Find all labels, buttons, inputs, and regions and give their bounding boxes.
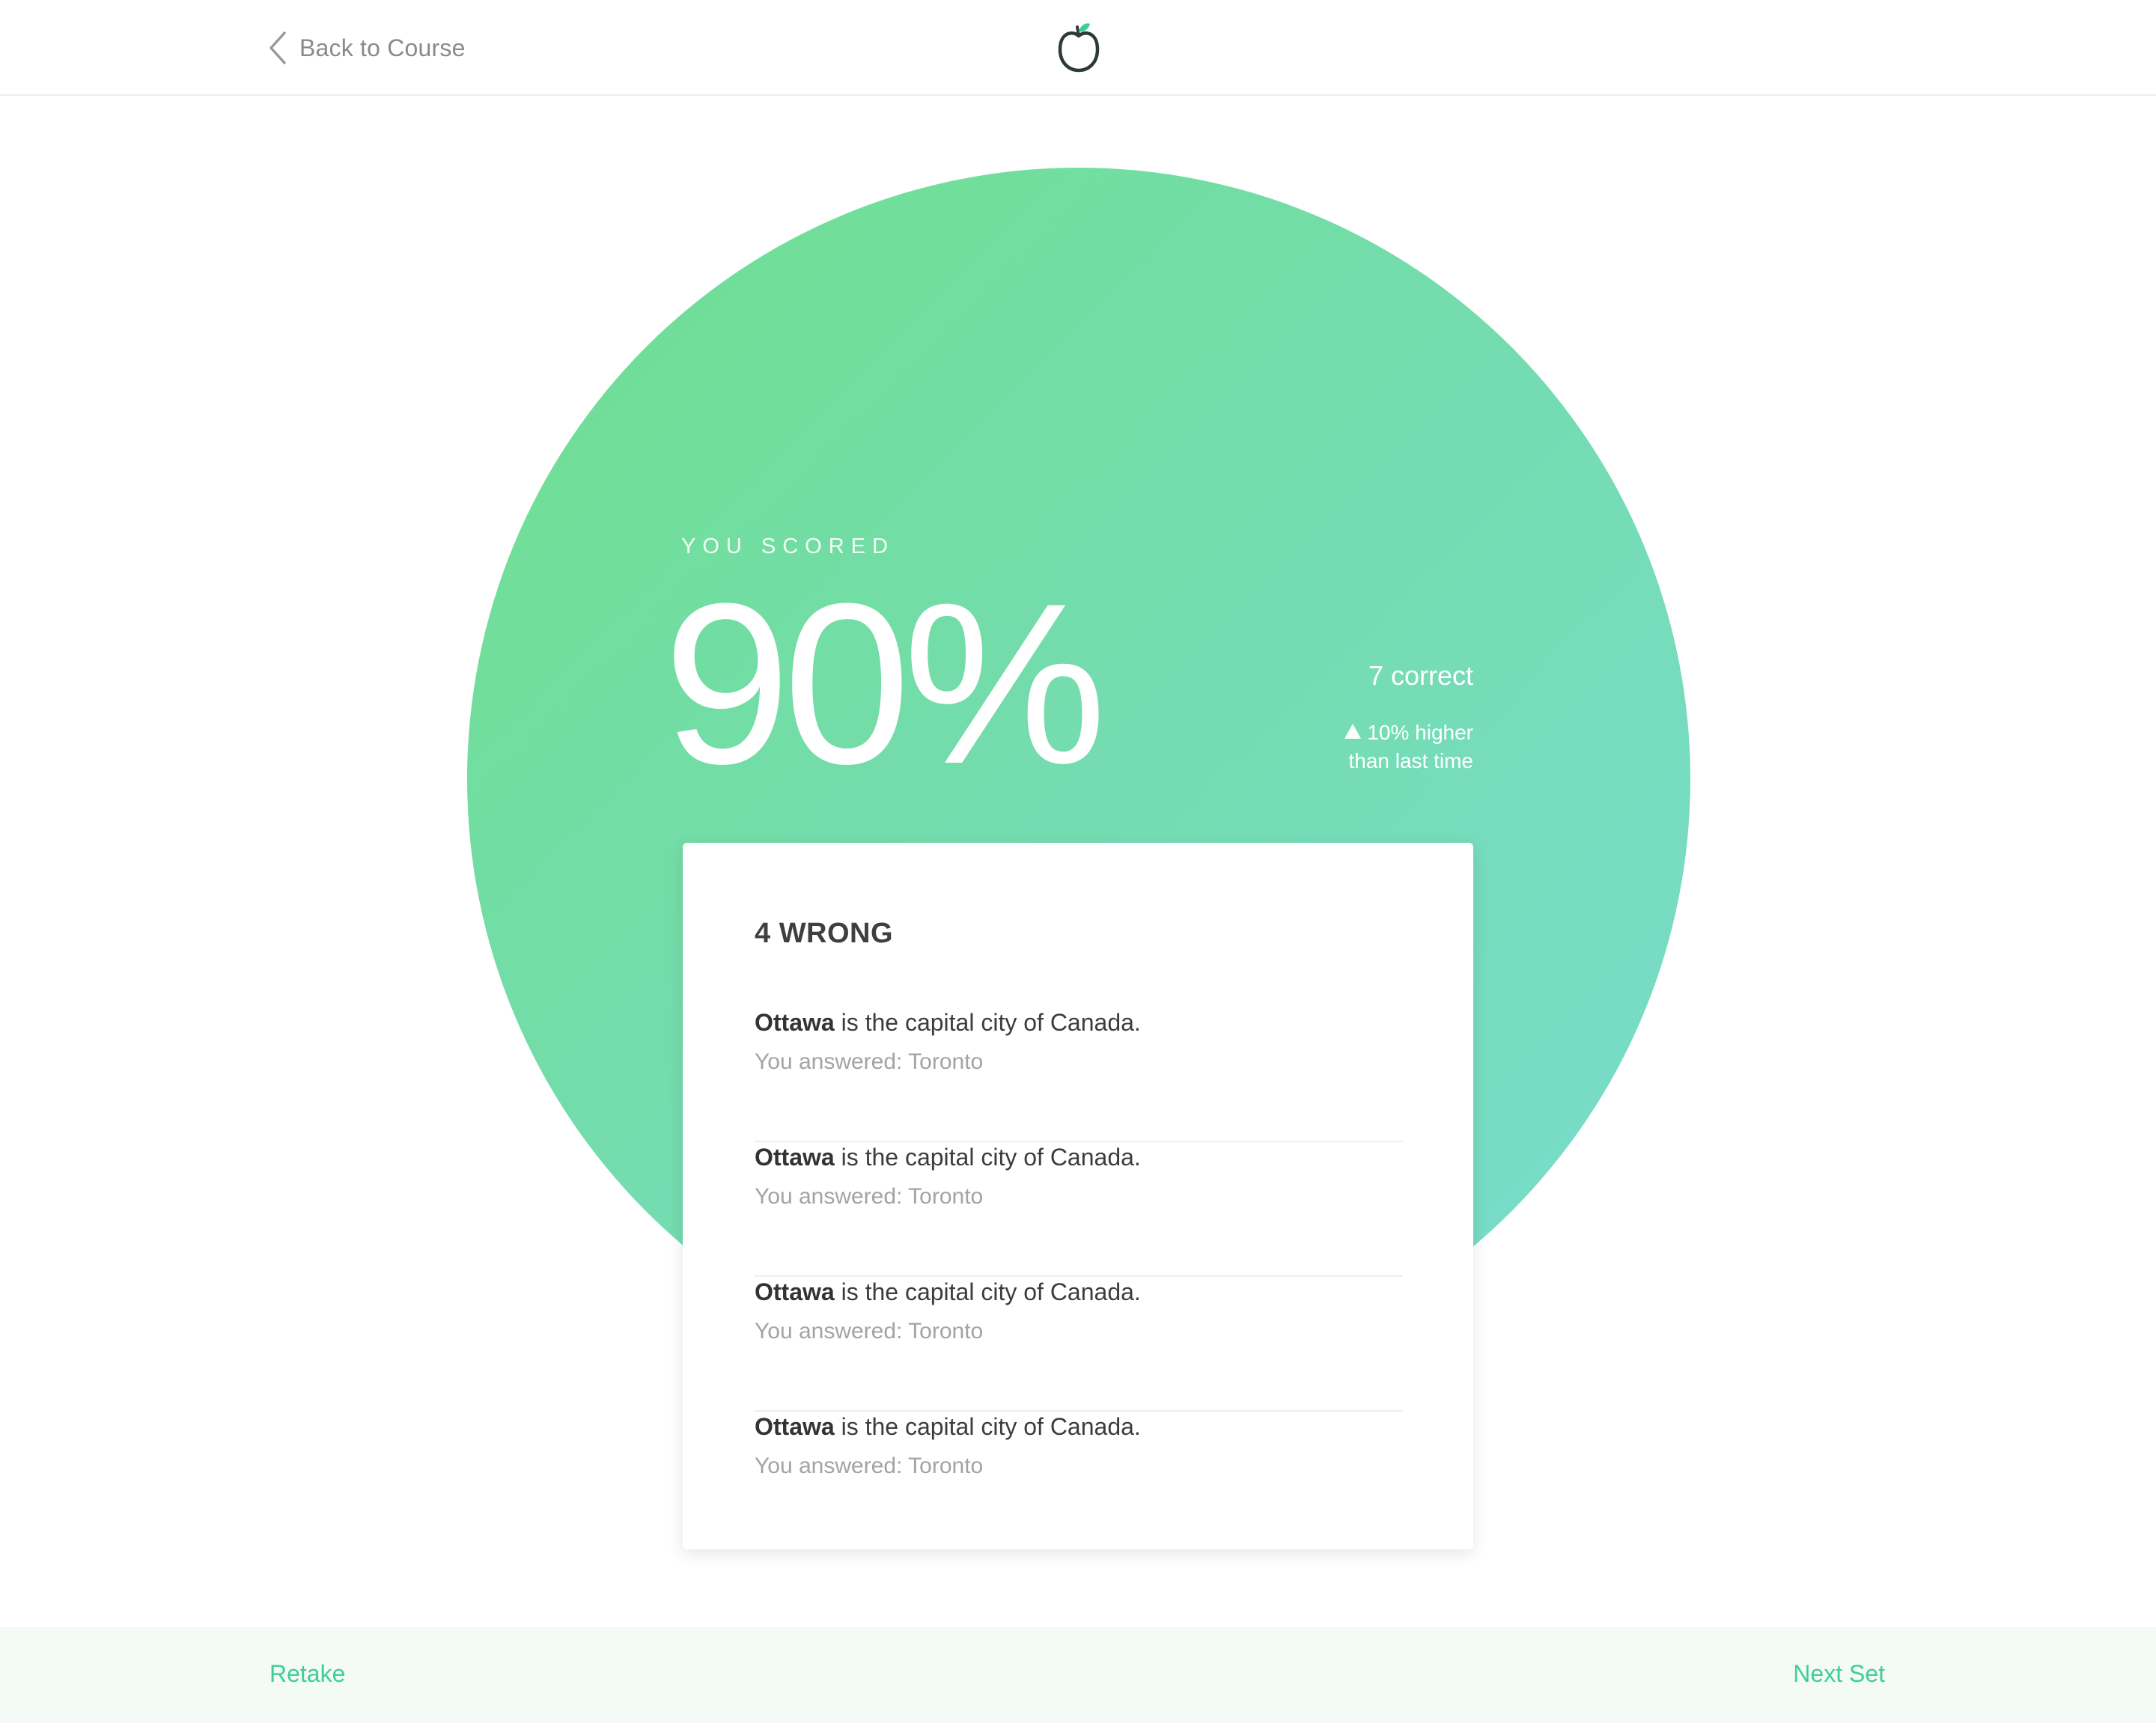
user-answer: You answered: Toronto [755,1454,984,1478]
wrong-answer-item[interactable]: Ottawa is the capital city of Canada. Yo… [755,1413,1403,1546]
apple-icon[interactable] [1056,21,1102,75]
score-percentage: 90% [663,555,1106,811]
question-text: Ottawa is the capital city of Canada. [755,1278,1141,1306]
correct-answer: Ottawa [755,1413,835,1440]
results-card: 4 WRONG Ottawa is the capital city of Ca… [683,843,1473,1549]
question-text: Ottawa is the capital city of Canada. [755,1413,1141,1441]
question-rest: is the capital city of Canada. [834,1009,1141,1036]
correct-count: 7 correct [1368,660,1473,691]
retake-button[interactable]: Retake [270,1660,345,1688]
bottom-action-bar: Retake Next Set [0,1627,2156,1723]
chevron-left-icon [268,31,287,65]
wrong-answer-item[interactable]: Ottawa is the capital city of Canada. Yo… [755,1144,1403,1277]
improvement-line-1: 10% higher [1367,721,1473,744]
question-rest: is the capital city of Canada. [834,1413,1141,1440]
up-arrow-icon [1345,724,1362,739]
improvement-note: 10% higher than last time [1279,719,1473,775]
user-answer: You answered: Toronto [755,1184,984,1209]
question-text: Ottawa is the capital city of Canada. [755,1009,1141,1037]
correct-answer: Ottawa [755,1144,835,1171]
wrong-answer-item[interactable]: Ottawa is the capital city of Canada. Yo… [755,1278,1403,1412]
wrong-answer-item[interactable]: Ottawa is the capital city of Canada. Yo… [755,1009,1403,1142]
correct-answer: Ottawa [755,1009,835,1036]
wrong-count-title: 4 WRONG [755,918,894,949]
user-answer: You answered: Toronto [755,1319,984,1344]
next-set-button[interactable]: Next Set [1793,1660,1885,1688]
question-rest: is the capital city of Canada. [834,1144,1141,1171]
user-answer: You answered: Toronto [755,1049,984,1074]
question-text: Ottawa is the capital city of Canada. [755,1144,1141,1171]
top-bar: Back to Course [0,0,2156,96]
back-to-course-link[interactable]: Back to Course [268,28,466,67]
correct-answer: Ottawa [755,1278,835,1305]
improvement-line-2: than last time [1348,749,1473,772]
question-rest: is the capital city of Canada. [834,1278,1141,1305]
wrong-answers-list: Ottawa is the capital city of Canada. Yo… [755,1009,1403,1548]
back-to-course-label: Back to Course [299,34,466,61]
